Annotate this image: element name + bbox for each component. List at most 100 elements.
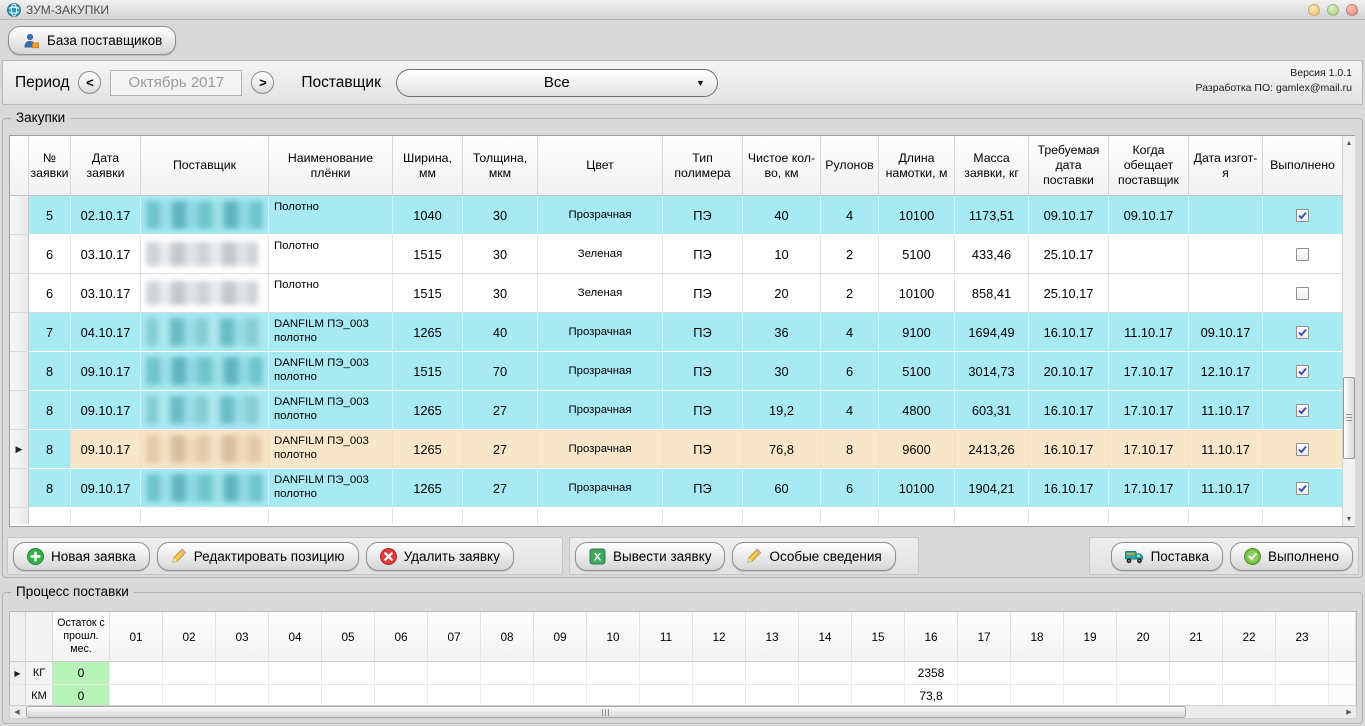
cell-net_qty[interactable]: 60: [743, 469, 821, 508]
cell-thickness[interactable]: 30: [463, 235, 538, 274]
day-header-11[interactable]: 11: [640, 612, 693, 662]
done-checkbox[interactable]: [1296, 365, 1309, 378]
cell-width[interactable]: 1515: [393, 235, 463, 274]
cell-date[interactable]: 03.10.17: [71, 235, 141, 274]
day-cell-04[interactable]: [269, 662, 322, 685]
cell-date[interactable]: 02.10.17: [71, 196, 141, 235]
cell-width[interactable]: 1265: [393, 391, 463, 430]
day-header-09[interactable]: 09: [534, 612, 587, 662]
cell-mass[interactable]: 603,31: [955, 391, 1029, 430]
cell-promised[interactable]: 17.10.17: [1109, 430, 1189, 469]
cell-length[interactable]: 9600: [879, 430, 955, 469]
cell-mass[interactable]: 858,41: [955, 274, 1029, 313]
cell-net_qty[interactable]: 30: [743, 352, 821, 391]
day-header-21[interactable]: 21: [1170, 612, 1223, 662]
cell-done[interactable]: [1263, 352, 1343, 391]
delete-request-button[interactable]: Удалить заявку: [366, 542, 514, 571]
cell-promised[interactable]: 17.10.17: [1109, 391, 1189, 430]
done-checkbox[interactable]: [1296, 443, 1309, 456]
cell-supplier[interactable]: [141, 196, 269, 235]
day-cell-23[interactable]: [1276, 662, 1329, 685]
cell-length[interactable]: 10100: [879, 469, 955, 508]
day-cell-08[interactable]: [481, 662, 534, 685]
cell-done[interactable]: [1263, 313, 1343, 352]
day-header-15[interactable]: 15: [852, 612, 905, 662]
cell-film[interactable]: DANFILM ПЭ_003 полотно: [269, 469, 393, 508]
next-period-button[interactable]: >: [251, 71, 274, 94]
day-header-01[interactable]: 01: [110, 612, 163, 662]
cell-width[interactable]: 1515: [393, 274, 463, 313]
day-header-22[interactable]: 22: [1223, 612, 1276, 662]
cell-promised[interactable]: 11.10.17: [1109, 313, 1189, 352]
day-header-18[interactable]: 18: [1011, 612, 1064, 662]
cell-date[interactable]: 09.10.17: [71, 391, 141, 430]
cell-made[interactable]: 09.10.17: [1189, 313, 1263, 352]
maximize-button[interactable]: [1327, 4, 1339, 16]
day-header-04[interactable]: 04: [269, 612, 322, 662]
cell-promised[interactable]: 09.10.17: [1109, 196, 1189, 235]
column-header-11[interactable]: Длина намотки, м: [879, 136, 955, 196]
cell-made[interactable]: 11.10.17: [1189, 469, 1263, 508]
cell-rolls[interactable]: 4: [821, 391, 879, 430]
cell-num[interactable]: 6: [29, 235, 71, 274]
cell-polymer[interactable]: ПЭ: [663, 391, 743, 430]
day-header-14[interactable]: 14: [799, 612, 852, 662]
cell-made[interactable]: [1189, 235, 1263, 274]
cell-film[interactable]: Полотно: [269, 235, 393, 274]
day-header-20[interactable]: 20: [1117, 612, 1170, 662]
cell-done[interactable]: [1263, 430, 1343, 469]
scroll-down-arrow[interactable]: ▼: [1343, 512, 1355, 526]
cell-rolls[interactable]: 6: [821, 469, 879, 508]
table-row[interactable]: ▶809.10.17DANFILM ПЭ_003 полотно126527Пр…: [10, 430, 1354, 469]
done-checkbox[interactable]: [1296, 404, 1309, 417]
column-header-10[interactable]: Рулонов: [821, 136, 879, 196]
cell-color[interactable]: Прозрачная: [538, 469, 663, 508]
cell-mass[interactable]: 3014,73: [955, 352, 1029, 391]
cell-mass[interactable]: 433,46: [955, 235, 1029, 274]
cell-polymer[interactable]: ПЭ: [663, 274, 743, 313]
cell-supplier[interactable]: [141, 430, 269, 469]
column-header-16[interactable]: Выполнено: [1263, 136, 1343, 196]
cell-net_qty[interactable]: 36: [743, 313, 821, 352]
cell-polymer[interactable]: ПЭ: [663, 430, 743, 469]
column-header-9[interactable]: Чистое кол-во, км: [743, 136, 821, 196]
scroll-right-arrow[interactable]: ▶: [1342, 706, 1356, 718]
cell-req_date[interactable]: 20.10.17: [1029, 352, 1109, 391]
cell-length[interactable]: 10100: [879, 274, 955, 313]
cell-rolls[interactable]: 4: [821, 196, 879, 235]
cell-width[interactable]: 1265: [393, 313, 463, 352]
day-cell-12[interactable]: [693, 662, 746, 685]
day-cell-20[interactable]: [1117, 662, 1170, 685]
cell-date[interactable]: 09.10.17: [71, 352, 141, 391]
cell-req_date[interactable]: 25.10.17: [1029, 274, 1109, 313]
column-header-12[interactable]: Масса заявки, кг: [955, 136, 1029, 196]
cell-num[interactable]: 8: [29, 352, 71, 391]
delivery-button[interactable]: Поставка: [1111, 542, 1223, 571]
period-input[interactable]: Октябрь 2017: [110, 70, 242, 96]
cell-supplier[interactable]: [141, 235, 269, 274]
day-header-06[interactable]: 06: [375, 612, 428, 662]
cell-net_qty[interactable]: 20: [743, 274, 821, 313]
cell-num[interactable]: 7: [29, 313, 71, 352]
cell-num[interactable]: 8: [29, 391, 71, 430]
cell-promised[interactable]: 17.10.17: [1109, 469, 1189, 508]
cell-thickness[interactable]: 30: [463, 196, 538, 235]
row-selector[interactable]: [10, 313, 29, 352]
cell-film[interactable]: DANFILM ПЭ_003 полотно: [269, 391, 393, 430]
day-cell-22[interactable]: [1223, 662, 1276, 685]
cell-req_date[interactable]: 16.10.17: [1029, 391, 1109, 430]
cell-made[interactable]: [1189, 196, 1263, 235]
row-selector[interactable]: [10, 391, 29, 430]
cell-thickness[interactable]: 27: [463, 391, 538, 430]
cell-num[interactable]: 8: [29, 469, 71, 508]
cell-width[interactable]: 1040: [393, 196, 463, 235]
prev-period-button[interactable]: <: [78, 71, 101, 94]
cell-thickness[interactable]: 27: [463, 430, 538, 469]
process-row-selector[interactable]: ▶: [10, 662, 26, 685]
cell-length[interactable]: 5100: [879, 352, 955, 391]
day-header-23[interactable]: 23: [1276, 612, 1329, 662]
cell-polymer[interactable]: ПЭ: [663, 235, 743, 274]
cell-mass[interactable]: 2413,26: [955, 430, 1029, 469]
column-header-8[interactable]: Тип полимера: [663, 136, 743, 196]
day-header-02[interactable]: 02: [163, 612, 216, 662]
